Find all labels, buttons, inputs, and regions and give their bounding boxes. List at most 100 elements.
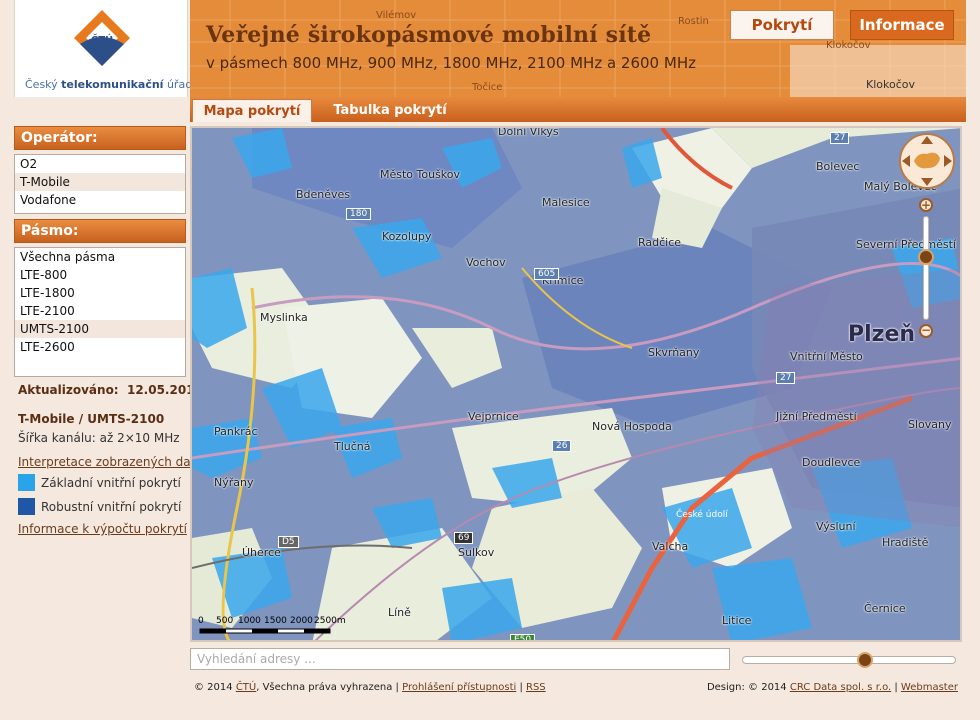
- banner-place-label: Klokočov: [826, 39, 871, 51]
- operator-heading: Operátor:: [14, 126, 186, 150]
- footer-left: © 2014 ČTÚ, Všechna práva vyhrazena | Pr…: [194, 682, 546, 693]
- logo-abbr: ČTÚ: [91, 33, 113, 46]
- opacity-slider-handle[interactable]: [856, 652, 873, 668]
- map-place-label: Bdeněves: [296, 188, 351, 201]
- map-place-label: Vochov: [466, 256, 506, 269]
- zoom-in-icon[interactable]: +: [919, 198, 933, 212]
- map-place-label: Pankrác: [214, 425, 258, 438]
- ctu-logo-icon: ČTÚ: [74, 10, 130, 66]
- map-place-label: Sulkov: [458, 546, 495, 559]
- footer-crc-link[interactable]: CRC Data spol. s r.o.: [790, 682, 891, 693]
- address-search-input[interactable]: [190, 648, 730, 670]
- tab-coverage-table[interactable]: Tabulka pokrytí: [330, 99, 450, 122]
- band-item-lte-1800[interactable]: LTE-1800: [15, 284, 185, 302]
- coverage-button[interactable]: Pokrytí: [730, 10, 834, 40]
- coverage-map[interactable]: Město Touškov Bdeněves Kozolupy Vochov M…: [190, 126, 962, 642]
- footer-right: Design: © 2014 CRC Data spol. s r.o. | W…: [707, 682, 958, 693]
- page-title: Veřejné širokopásmové mobilní sítě: [206, 22, 652, 48]
- footer-separator: |: [891, 682, 901, 693]
- map-place-label: Tlučná: [334, 440, 371, 453]
- footer-copyright: © 2014: [194, 682, 236, 693]
- band-item-lte-800[interactable]: LTE-800: [15, 266, 185, 284]
- road-number-badge: 69: [454, 532, 474, 544]
- footer-rights: , Všechna práva vyhrazena |: [256, 682, 403, 693]
- band-heading: Pásmo:: [14, 219, 186, 243]
- band-item-lte-2100[interactable]: LTE-2100: [15, 302, 185, 320]
- zoom-slider-track[interactable]: [923, 216, 929, 320]
- operator-item-t-mobile[interactable]: T-Mobile: [15, 173, 185, 191]
- banner-place-label: Klokočov: [866, 78, 915, 91]
- operator-item-vodafone[interactable]: Vodafone: [15, 191, 185, 209]
- legend-basic-label: Základní vnitřní pokrytí: [41, 476, 181, 490]
- map-place-label: Vejprnice: [468, 410, 519, 423]
- updated-row: Aktualizováno: 12.05.2017: [18, 383, 203, 397]
- operator-item-o2[interactable]: O2: [15, 155, 185, 173]
- scale-label: 1000: [238, 616, 261, 626]
- map-place-label: Valcha: [652, 540, 689, 553]
- legend-robust-label: Robustní vnitřní pokrytí: [41, 500, 182, 514]
- map-place-label: Radčice: [638, 236, 682, 249]
- footer-design: Design: © 2014: [706, 682, 790, 693]
- band-item-lte-2600[interactable]: LTE-2600: [15, 338, 185, 356]
- footer-accessibility-link[interactable]: Prohlášení přístupnosti: [402, 682, 516, 693]
- logo-wordmark: Český telekomunikační úřad: [25, 78, 192, 91]
- road-number-badge: 605: [534, 268, 560, 280]
- scale-label: 0: [198, 616, 204, 626]
- zoom-slider-handle[interactable]: [918, 249, 934, 265]
- legend-robust-swatch: [18, 498, 35, 515]
- map-place-label: Město Touškov: [380, 168, 461, 181]
- footer-webmaster-link[interactable]: Webmaster: [901, 682, 958, 693]
- map-city-label: Plzeň: [848, 322, 916, 347]
- map-place-label: Nová Hospoda: [592, 420, 672, 433]
- road-number-badge: D5: [278, 536, 299, 548]
- footer-separator: |: [516, 682, 527, 693]
- tab-coverage-map[interactable]: Mapa pokrytí: [192, 99, 312, 122]
- map-place-label: Úherce: [242, 546, 281, 559]
- map-place-label: Bolevec: [816, 160, 860, 173]
- scale-label: 1500: [264, 616, 287, 626]
- channel-width: Šířka kanálu: až 2×10 MHz: [18, 431, 180, 445]
- logo-text-bold: telekomunikační: [61, 78, 164, 91]
- updated-label: Aktualizováno:: [18, 383, 119, 397]
- map-place-label: Doudlevce: [802, 456, 861, 469]
- map-place-label: Litice: [722, 614, 752, 627]
- banner-place-label: Rostin: [678, 16, 709, 27]
- road-number-badge: 27: [776, 372, 796, 384]
- selection-title: T-Mobile / UMTS-2100: [18, 412, 165, 426]
- map-place-label: Malesice: [542, 196, 590, 209]
- compass-icon[interactable]: [898, 132, 956, 190]
- page-subtitle: v pásmech 800 MHz, 900 MHz, 1800 MHz, 21…: [206, 54, 696, 72]
- operator-list[interactable]: O2 T-Mobile Vodafone: [14, 154, 186, 214]
- map-place-label: Dolní Vlkýš: [498, 126, 559, 138]
- tab-bar: Mapa pokrytí Tabulka pokrytí: [190, 97, 966, 122]
- band-list[interactable]: Všechna pásma LTE-800 LTE-1800 LTE-2100 …: [14, 247, 186, 377]
- map-place-label: Líně: [388, 606, 411, 619]
- map-place-label: Myslinka: [260, 311, 308, 324]
- scale-bar-graphic: [199, 628, 331, 634]
- opacity-slider-track[interactable]: [742, 656, 956, 664]
- calculation-info-link[interactable]: Informace k výpočtu pokrytí: [18, 522, 187, 536]
- map-place-label: Skvrňany: [648, 346, 700, 359]
- map-place-label: Nýřany: [214, 476, 254, 489]
- map-place-label: České údolí: [676, 510, 728, 520]
- map-place-label: Černice: [864, 602, 906, 615]
- band-item-umts-2100[interactable]: UMTS-2100: [15, 320, 185, 338]
- map-place-label: Výsluní: [816, 520, 856, 533]
- zoom-out-icon[interactable]: −: [919, 324, 933, 338]
- map-place-label: Vnitřní Město: [790, 350, 863, 363]
- logo-text-post: úřad: [163, 78, 193, 91]
- road-number-badge: 26: [552, 440, 572, 452]
- information-button[interactable]: Informace: [850, 10, 954, 40]
- road-number-badge: E50: [510, 634, 536, 640]
- map-place-label: Hradiště: [882, 536, 929, 549]
- road-number-badge: 180: [346, 208, 372, 220]
- scale-label: 2000: [290, 616, 313, 626]
- ctu-logo[interactable]: ČTÚ Český telekomunikační úřad: [14, 0, 192, 97]
- footer-rss-link[interactable]: RSS: [526, 682, 546, 693]
- band-item-all[interactable]: Všechna pásma: [15, 248, 185, 266]
- interpretation-link[interactable]: Interpretace zobrazených dat: [18, 455, 195, 469]
- footer-ctu-link[interactable]: ČTÚ: [236, 682, 256, 693]
- legend-basic-swatch: [18, 474, 35, 491]
- road-number-badge: 27: [830, 132, 850, 144]
- scale-label: 500: [216, 616, 234, 626]
